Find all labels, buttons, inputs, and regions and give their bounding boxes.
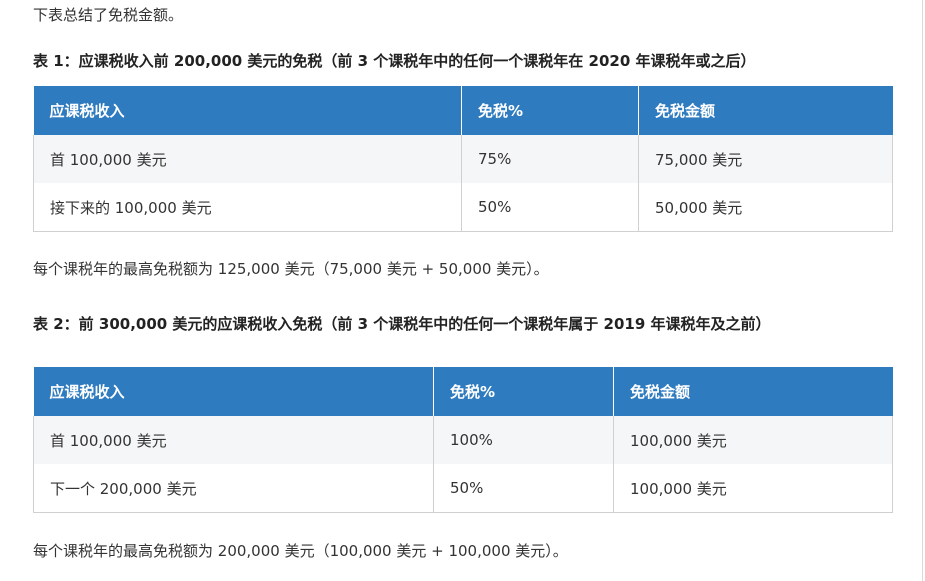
table-row: 首 100,000 美元 75% 75,000 美元 [33,135,893,183]
table2-caption: 表 2：前 300,000 美元的应课税收入免税（前 3 个课税年中的任何一个课… [33,315,771,333]
table2-header-percent: 免税% [433,367,614,416]
table2-row2-percent: 50% [433,464,614,513]
table2-header-income: 应课税收入 [33,367,434,416]
table1-row1-income: 首 100,000 美元 [33,135,462,183]
table2-header-row: 应课税收入 免税% 免税金额 [33,367,893,416]
table1-header-percent: 免税% [461,86,639,135]
table-row: 下一个 200,000 美元 50% 100,000 美元 [33,464,893,513]
table1-caption: 表 1：应课税收入前 200,000 美元的免税（前 3 个课税年中的任何一个课… [33,52,756,70]
table1-header-income: 应课税收入 [33,86,462,135]
table1-row1-percent: 75% [461,135,639,183]
table1-row1-amount: 75,000 美元 [638,135,893,183]
table2-row1-percent: 100% [433,416,614,464]
table1-row2-percent: 50% [461,183,639,232]
intro-text: 下表总结了免税金额。 [33,6,184,24]
table1-note: 每个课税年的最高免税额为 125,000 美元（75,000 美元 + 50,0… [33,260,549,278]
table-row: 首 100,000 美元 100% 100,000 美元 [33,416,893,464]
table1-header-row: 应课税收入 免税% 免税金额 [33,86,893,135]
table1-row2-amount: 50,000 美元 [638,183,893,232]
table1: 应课税收入 免税% 免税金额 首 100,000 美元 75% 75,000 美… [33,86,893,232]
table2-row2-amount: 100,000 美元 [613,464,893,513]
table2-row1-amount: 100,000 美元 [613,416,893,464]
table1-row2-income: 接下来的 100,000 美元 [33,183,462,232]
table2-row1-income: 首 100,000 美元 [33,416,434,464]
table1-header-amount: 免税金额 [638,86,893,135]
table-row: 接下来的 100,000 美元 50% 50,000 美元 [33,183,893,232]
table2-header-amount: 免税金额 [613,367,893,416]
table2-note: 每个课税年的最高免税额为 200,000 美元（100,000 美元 + 100… [33,542,568,560]
table2: 应课税收入 免税% 免税金额 首 100,000 美元 100% 100,000… [33,367,893,513]
table2-row2-income: 下一个 200,000 美元 [33,464,434,513]
page-right-border [922,0,923,581]
